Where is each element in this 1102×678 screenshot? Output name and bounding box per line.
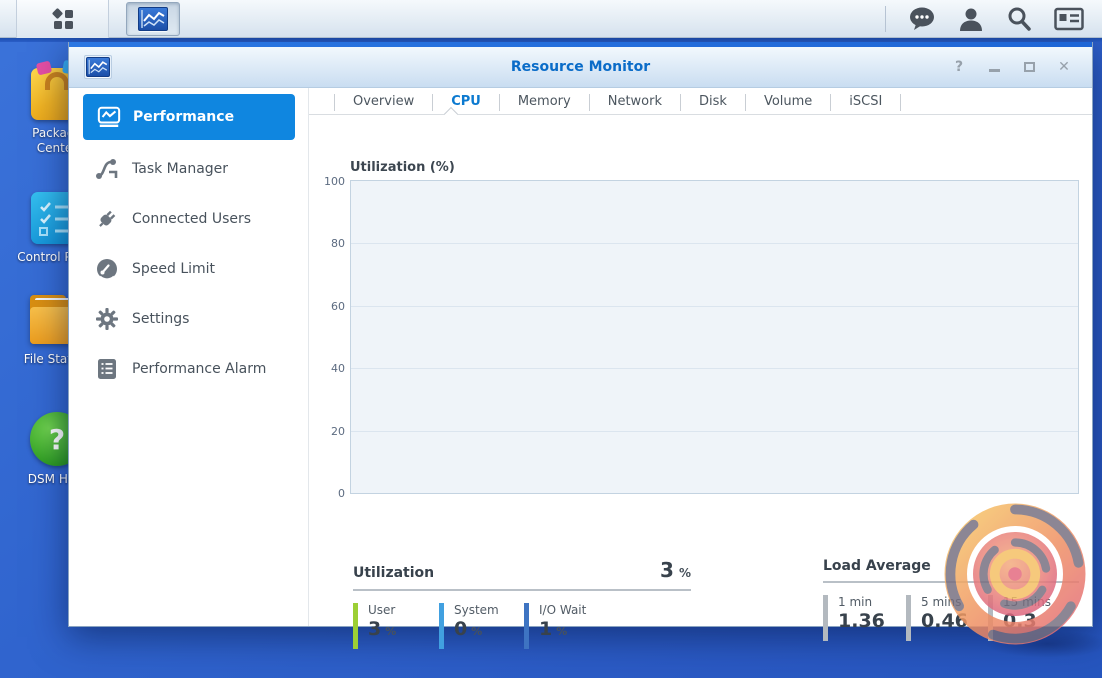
resource-monitor-window: Resource Monitor ? ✕ [68,42,1093,627]
window-title: Resource Monitor [69,59,1092,75]
help-button[interactable]: ? [951,59,967,75]
window-app-icon [84,55,112,79]
legend-value: 3 [368,618,381,640]
taskbar-divider [885,6,886,32]
utilization-heading: Utilization [353,565,434,581]
taskbar-segment [0,0,17,38]
pilot-view-icon[interactable] [1054,7,1084,31]
watermark-shadow [985,630,1102,658]
resource-monitor-taskbar-button[interactable] [126,2,180,36]
sidebar-item-speed-limit[interactable]: Speed Limit [69,244,308,294]
sidebar-item-label: Performance Alarm [132,361,266,377]
sidebar-item-label: Task Manager [132,161,228,177]
load-average-heading: Load Average [823,558,931,574]
gridline [351,243,1078,244]
legend-io-wait: I/O Wait 1% [524,603,607,649]
main-menu-button[interactable] [17,0,109,38]
legend-label: User [368,603,439,617]
sidebar-item-label: Settings [132,311,189,327]
task-manager-icon [95,157,119,181]
desktop: Package Center Control Panel File Statio… [0,0,1102,678]
performance-alarm-icon [95,357,119,381]
tab-volume[interactable]: Volume [746,90,830,114]
sidebar-item-connected-users[interactable]: Connected Users [69,194,308,244]
tab-bar: Overview CPU Memory Network Disk Volume … [334,88,1092,114]
app-grid-icon [51,7,75,31]
sidebar-item-label: Speed Limit [132,261,215,277]
sidebar-item-task-manager[interactable]: Task Manager [69,144,308,194]
gridline [351,368,1078,369]
minimize-button[interactable] [986,59,1002,75]
utilization-value: 3 [660,558,674,582]
sidebar-item-performance-alarm[interactable]: Performance Alarm [69,344,308,394]
utilization-summary: Utilization 3% User 3% System 0% [353,558,691,649]
y-axis-tick: 60 [331,300,345,313]
legend-user: User 3% [353,603,439,649]
performance-icon [97,105,121,129]
tab-overview[interactable]: Overview [335,90,432,114]
y-axis-tick: 40 [331,362,345,375]
maximize-button[interactable] [1021,59,1037,75]
close-button[interactable]: ✕ [1056,59,1072,75]
legend-unit: % [385,625,396,638]
load-label: 1 min [838,595,906,609]
load-1min: 1 min 1.36 [823,595,906,641]
load-value: 1.36 [838,609,906,633]
y-axis-tick: 0 [338,487,345,500]
taskbar-tray [885,6,1102,32]
legend-unit: % [471,625,482,638]
tab-iscsi[interactable]: iSCSI [831,90,900,114]
connected-users-icon [95,207,119,231]
utilization-unit: % [679,566,691,580]
sidebar-item-label: Connected Users [132,211,251,227]
resource-monitor-icon [138,7,168,31]
sidebar-item-label: Performance [133,109,234,125]
sidebar: Performance Task Manager [69,88,309,626]
load-average-summary: Load Average 1 min 1.36 5 mins 0.46 [823,558,1079,641]
speed-limit-icon [95,257,119,281]
tab-cpu[interactable]: CPU [433,90,499,114]
gridline [351,306,1078,307]
settings-gear-icon [95,307,119,331]
tab-bar-separator [309,114,1092,115]
load-5min: 5 mins 0.46 [906,595,988,641]
y-axis-tick: 100 [324,175,345,188]
utilization-chart: Utilization (%) 100 80 60 40 20 0 [350,160,1079,494]
taskbar [0,0,1102,38]
legend-label: I/O Wait [539,603,607,617]
stats-section: Utilization 3% User 3% System 0% [350,558,1079,658]
maximize-icon [1024,62,1035,72]
sidebar-item-settings[interactable]: Settings [69,294,308,344]
tab-network[interactable]: Network [590,90,680,114]
y-axis-tick: 80 [331,237,345,250]
tab-divider [900,94,901,111]
user-account-icon[interactable] [958,6,984,32]
chart-title: Utilization (%) [350,160,1079,175]
tab-memory[interactable]: Memory [500,90,589,114]
minimize-icon [989,69,1000,72]
legend-label: System [454,603,524,617]
tab-disk[interactable]: Disk [681,90,745,114]
legend-value: 0 [454,618,467,640]
load-label: 5 mins [921,595,988,609]
window-controls: ? ✕ [951,59,1092,75]
load-value: 0.46 [921,609,988,633]
notifications-chat-icon[interactable] [908,6,936,32]
chart-plot-area: 100 80 60 40 20 0 [350,180,1079,494]
legend-system: System 0% [439,603,524,649]
legend-unit: % [556,625,567,638]
gridline [351,431,1078,432]
sidebar-item-performance[interactable]: Performance [83,94,295,140]
load-label: 15 mins [1003,595,1070,609]
search-icon[interactable] [1006,6,1032,32]
window-titlebar[interactable]: Resource Monitor ? ✕ [69,47,1092,88]
y-axis-tick: 20 [331,425,345,438]
cpu-panel: Overview CPU Memory Network Disk Volume … [309,88,1092,626]
legend-value: 1 [539,618,552,640]
